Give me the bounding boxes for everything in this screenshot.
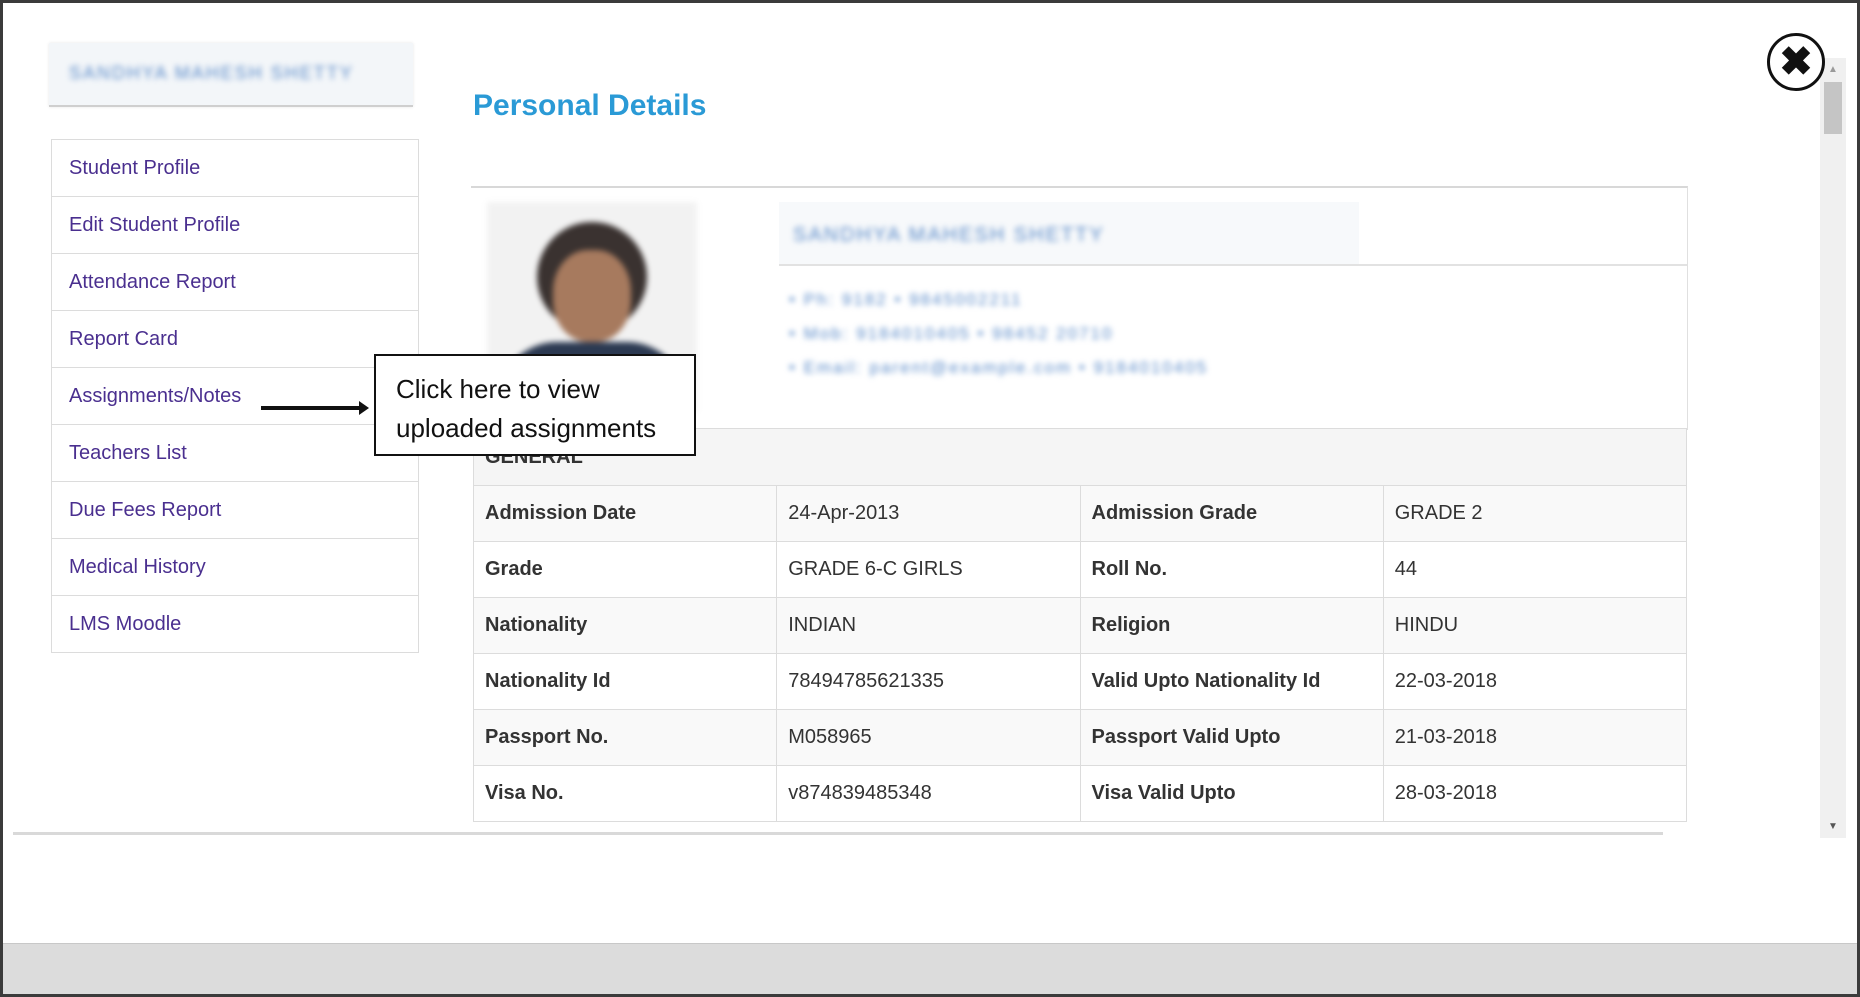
close-icon: ✖ [1779, 40, 1813, 84]
scroll-up-icon[interactable]: ▲ [1828, 64, 1838, 75]
field-label: Nationality Id [472, 653, 778, 710]
field-value: 21-03-2018 [1382, 709, 1688, 766]
field-label: Admission Date [472, 485, 778, 542]
modal-footer [3, 943, 1857, 994]
field-label: Grade [472, 541, 778, 598]
field-label: Roll No. [1079, 541, 1384, 598]
profile-name-bar: SANDHYA MAHESH SHETTY [779, 202, 1359, 266]
field-label: Admission Grade [1079, 485, 1384, 542]
field-label: Passport Valid Upto [1079, 709, 1384, 766]
sidebar-item-teachers-list[interactable]: Teachers List [52, 425, 418, 482]
field-value: 44 [1382, 541, 1688, 598]
arrow-right-icon [261, 406, 363, 410]
field-label: Passport No. [472, 709, 778, 766]
field-label: Valid Upto Nationality Id [1079, 653, 1384, 710]
field-value: 24-Apr-2013 [776, 485, 1081, 542]
sidebar-item-lms-moodle[interactable]: LMS Moodle [52, 596, 418, 653]
viewport-divider [13, 832, 1663, 835]
profile-detail-1: • Ph: 9182 • 9845002211 [789, 290, 1023, 309]
viewport-mask [3, 835, 1857, 945]
table-row: Admission Date 24-Apr-2013 Admission Gra… [472, 485, 1688, 542]
field-value: M058965 [776, 709, 1081, 766]
arrow-head [359, 401, 369, 415]
details-table: GENERAL Admission Date 24-Apr-2013 Admis… [472, 428, 1688, 822]
table-row: Passport No. M058965 Passport Valid Upto… [472, 709, 1688, 766]
field-value: 28-03-2018 [1382, 765, 1688, 822]
divider [779, 264, 1687, 266]
field-value: 78494785621335 [776, 653, 1081, 710]
sidebar-item-report-card[interactable]: Report Card [52, 311, 418, 368]
callout-line-2: uploaded assignments [396, 413, 657, 443]
sidebar-item-due-fees-report[interactable]: Due Fees Report [52, 482, 418, 539]
page-title: Personal Details [473, 89, 707, 122]
table-row: Nationality INDIAN Religion HINDU [472, 597, 1688, 654]
sidebar-menu: Student Profile Edit Student Profile Att… [51, 139, 419, 653]
profile-detail-2: • Mob: 9184010405 • 98452 20710 [789, 324, 1114, 343]
profile-detail-3: • Email: parent@example.com • 9184010405 [789, 358, 1209, 377]
field-value: 22-03-2018 [1382, 653, 1688, 710]
table-row: Grade GRADE 6-C GIRLS Roll No. 44 [472, 541, 1688, 598]
table-row: Visa No. v874839485348 Visa Valid Upto 2… [472, 765, 1688, 822]
scroll-down-icon[interactable]: ▼ [1828, 821, 1838, 832]
field-value: v874839485348 [776, 765, 1081, 822]
field-value: GRADE 2 [1382, 485, 1688, 542]
field-label: Visa No. [472, 765, 778, 822]
sidebar-item-assignments-notes[interactable]: Assignments/Notes [52, 368, 418, 425]
student-name: SANDHYA MAHESH SHETTY [69, 63, 354, 83]
field-value: INDIAN [776, 597, 1081, 654]
field-value: HINDU [1382, 597, 1688, 654]
sidebar-item-medical-history[interactable]: Medical History [52, 539, 418, 596]
field-label: Religion [1079, 597, 1384, 654]
annotation-callout: Click here to view uploaded assignments [374, 354, 696, 456]
profile-name: SANDHYA MAHESH SHETTY [793, 224, 1105, 246]
field-label: Nationality [472, 597, 778, 654]
scrollbar-thumb[interactable] [1824, 82, 1842, 134]
callout-line-1: Click here to view [396, 374, 600, 404]
table-row: Nationality Id 78494785621335 Valid Upto… [472, 653, 1688, 710]
vertical-scrollbar[interactable]: ▲ ▼ [1820, 58, 1846, 838]
student-name-header: SANDHYA MAHESH SHETTY [49, 43, 413, 107]
sidebar-item-student-profile[interactable]: Student Profile [52, 140, 418, 197]
sidebar-item-attendance-report[interactable]: Attendance Report [52, 254, 418, 311]
modal-window: SANDHYA MAHESH SHETTY Student Profile Ed… [0, 0, 1860, 997]
sidebar-item-edit-student-profile[interactable]: Edit Student Profile [52, 197, 418, 254]
field-value: GRADE 6-C GIRLS [776, 541, 1081, 598]
close-button[interactable]: ✖ [1767, 33, 1825, 91]
field-label: Visa Valid Upto [1079, 765, 1384, 822]
